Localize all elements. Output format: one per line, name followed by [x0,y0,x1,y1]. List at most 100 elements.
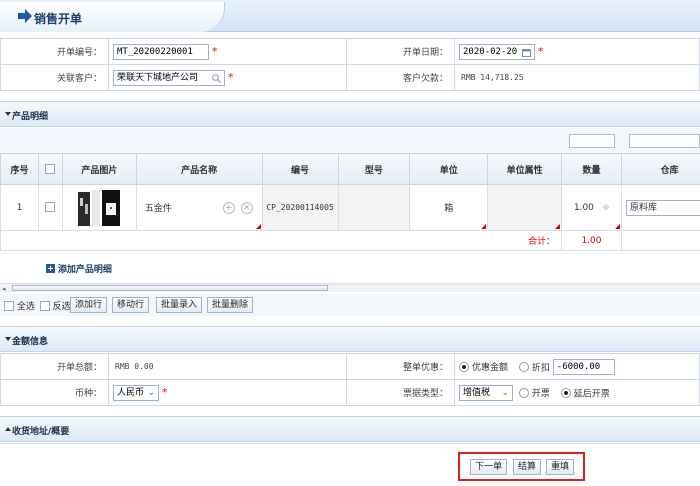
settle-button[interactable]: 结算 [513,459,542,475]
column-header: 产品图片 [61,153,137,185]
invoice-later-option[interactable]: 延后开票 [574,389,610,399]
required-mark: * [228,71,234,84]
product-qty: 1.00 [573,202,594,213]
amount-section-title: 金额信息 [12,337,49,347]
discount-label: 整单优惠： [346,353,455,380]
debt-label: 客户欠款： [346,64,455,91]
arrow-right-icon [18,9,32,23]
total-amount-value: RMB 0.00 [115,361,154,371]
select-all-label[interactable]: 全选 [17,302,35,312]
add-row-button[interactable]: 添加行 [70,297,108,313]
add-icon[interactable]: + [222,202,235,214]
discount-input[interactable]: -6000.00 [552,358,615,375]
collapse-icon [5,112,11,116]
customer-input[interactable]: 荣联天下城地产公司 [113,69,225,86]
order-no-label: 开单编号： [0,38,109,65]
move-row-button[interactable]: 移动行 [112,297,150,313]
product-code: CP_20200114005 [261,184,339,231]
page-title: 销售开单 [34,12,83,26]
order-date-label: 开单日期： [346,38,455,65]
product-toolbar-strip [0,128,700,153]
product-table: 序号 产品图片 产品名称 编号 型号 单位 单位属性 数量 仓库 1 五金件 +… [0,153,700,251]
invoice-now-option[interactable]: 开票 [532,389,550,399]
filter-input[interactable] [629,134,700,148]
product-thumbnail [76,187,123,228]
column-header: 型号 [337,153,411,185]
add-product-label: 添加产品明细 [57,265,112,275]
currency-label: 币种： [0,379,109,406]
radio-icon[interactable] [459,361,469,372]
expand-icon [5,427,11,431]
total-value: 1.00 [561,230,622,251]
discount-rate-option[interactable]: 折扣 [532,363,550,373]
filter-input[interactable] [569,134,615,148]
customer-label: 关联客户： [0,64,109,91]
column-header: 仓库 [620,153,700,185]
chevron-down-icon: ⌄ [501,387,509,398]
order-date-input[interactable]: 2020-02-20 [459,43,535,60]
checkbox-icon[interactable] [4,300,14,311]
order-header-form: 开单编号： MT_20200220001 * 开单日期： 2020-02-20 *… [0,38,700,91]
products-section-title: 产品明细 [12,112,49,122]
product-qty-cell[interactable]: 1.00 ⟐ [561,184,622,231]
product-name: 五金件 [144,204,172,214]
required-mark: * [538,45,544,58]
remove-icon[interactable]: × [240,202,253,214]
invoice-type-select[interactable]: 增值税 ⌄ [459,384,513,401]
scroll-left-icon[interactable]: ◂ [2,285,6,293]
title-bar: 销售开单 [0,0,700,32]
warehouse-input[interactable]: 原料库 [625,199,700,216]
product-image[interactable] [61,184,137,231]
form-footer [0,443,700,486]
row-index: 1 [0,184,39,231]
calendar-icon[interactable] [522,48,531,57]
column-header: 序号 [0,153,39,185]
checkbox-icon[interactable] [39,300,50,311]
total-row: 合计： 1.00 [0,230,700,251]
batch-entry-button[interactable]: 批量录入 [156,297,203,313]
horizontal-scrollbar[interactable]: ◂ [0,283,700,293]
add-product-icon [46,264,55,273]
checkbox-icon[interactable] [45,202,56,213]
debt-value: RMB 14,718.25 [461,72,524,82]
radio-icon[interactable] [518,361,529,372]
table-row[interactable]: 1 五金件 + × CP_20200114005 箱 1.00 ⟐ 原料库 [0,184,700,231]
product-unit[interactable]: 箱 [409,184,489,231]
order-no-input[interactable]: MT_20200220001 [113,43,209,60]
title-tab: 销售开单 [0,2,225,32]
discount-amount-option[interactable]: 优惠金额 [472,363,508,373]
column-header: 数量 [561,153,622,185]
products-section-header[interactable]: 产品明细 [0,101,700,127]
invoice-type-label: 票据类型： [346,379,455,406]
invert-select-label[interactable]: 反选 [53,302,71,312]
checkbox-icon[interactable] [45,163,56,174]
column-header: 单位属性 [487,153,563,185]
batch-delete-button[interactable]: 批量删除 [207,297,254,313]
next-order-button[interactable]: 下一单 [470,459,508,475]
warehouse-cell[interactable]: 原料库 [620,184,700,231]
currency-select[interactable]: 人民币 ⌄ [113,384,159,401]
amount-section-header[interactable]: 金额信息 [0,326,700,352]
required-mark: * [162,386,168,399]
shipping-section-title: 收货地址/概要 [12,427,70,437]
add-product-link[interactable]: 添加产品明细 [46,262,112,275]
required-mark: * [212,45,218,58]
scroll-thumb[interactable] [12,285,328,291]
collapse-icon [5,337,11,341]
total-amount-label: 开单总额： [0,353,109,380]
search-icon[interactable] [212,73,221,83]
product-table-header: 序号 产品图片 产品名称 编号 型号 单位 单位属性 数量 仓库 [0,153,700,185]
action-buttons-highlight: 下一单 结算 重填 [458,452,585,481]
stepper-icon[interactable]: ⟐ [603,203,609,212]
radio-icon[interactable] [518,387,529,398]
shipping-section-header[interactable]: 收货地址/概要 [0,416,700,442]
column-header: 产品名称 [135,153,263,185]
product-name-cell[interactable]: 五金件 + × [135,184,263,231]
radio-icon[interactable] [560,387,571,398]
column-header: 单位 [409,153,489,185]
product-unit-attr[interactable] [487,184,563,231]
amount-form: 开单总额： RMB 0.00 整单优惠： 优惠金额 折扣 -6000.00 币种… [0,353,700,406]
reset-button[interactable]: 重填 [546,459,575,475]
product-actions-bar: 全选 反选 添加行 移动行 批量录入 批量删除 [0,294,700,316]
total-label: 合计： [0,230,563,251]
